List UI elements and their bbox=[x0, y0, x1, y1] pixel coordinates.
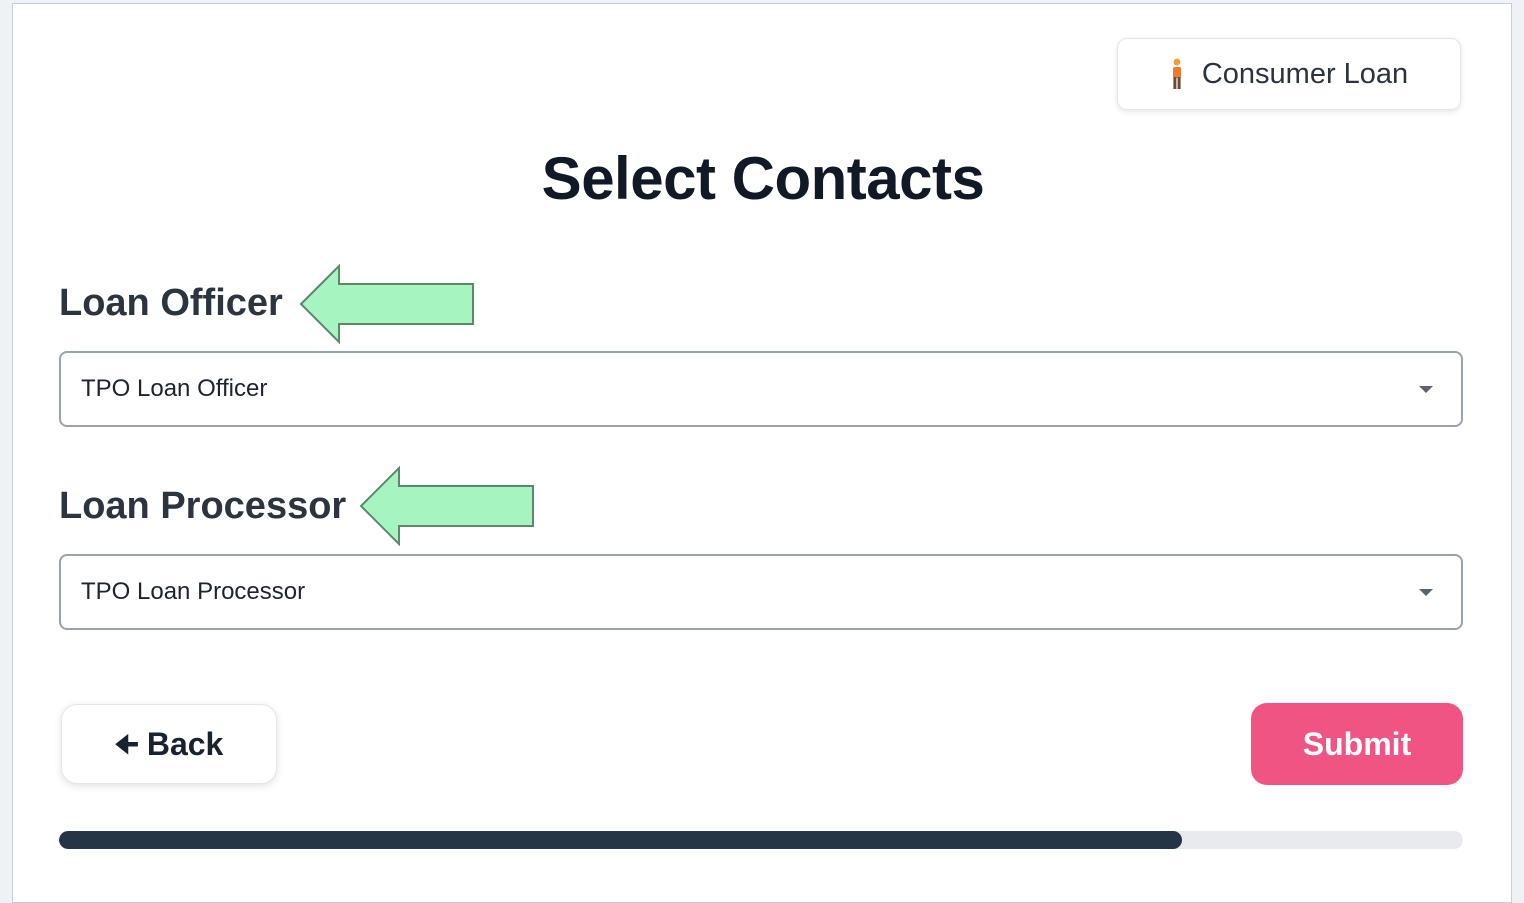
chevron-down-icon bbox=[1419, 589, 1433, 596]
loan-processor-select[interactable]: TPO Loan Processor bbox=[59, 554, 1463, 630]
form-card: Consumer Loan Select Contacts Loan Offic… bbox=[12, 3, 1512, 903]
loan-type-button[interactable]: Consumer Loan bbox=[1117, 38, 1461, 110]
loan-officer-value: TPO Loan Officer bbox=[81, 375, 268, 402]
loan-officer-select[interactable]: TPO Loan Officer bbox=[59, 351, 1463, 427]
page-title: Select Contacts bbox=[541, 145, 985, 212]
submit-button[interactable]: Submit bbox=[1251, 703, 1463, 785]
person-icon bbox=[1170, 58, 1184, 90]
loan-processor-label: Loan Processor bbox=[59, 485, 347, 527]
arrow-left-icon: 🠈 bbox=[114, 729, 139, 759]
callout-arrow-icon bbox=[359, 466, 535, 546]
callout-arrow-icon bbox=[299, 264, 475, 344]
progress-bar bbox=[59, 831, 1463, 849]
loan-type-label: Consumer Loan bbox=[1201, 57, 1409, 90]
back-label: Back bbox=[146, 725, 224, 762]
progress-fill bbox=[59, 831, 1183, 849]
submit-label: Submit bbox=[1302, 725, 1412, 762]
loan-processor-value: TPO Loan Processor bbox=[81, 578, 306, 605]
chevron-down-icon bbox=[1419, 386, 1433, 393]
back-button[interactable]: 🠈 Back bbox=[61, 704, 277, 784]
loan-officer-label: Loan Officer bbox=[59, 282, 283, 324]
